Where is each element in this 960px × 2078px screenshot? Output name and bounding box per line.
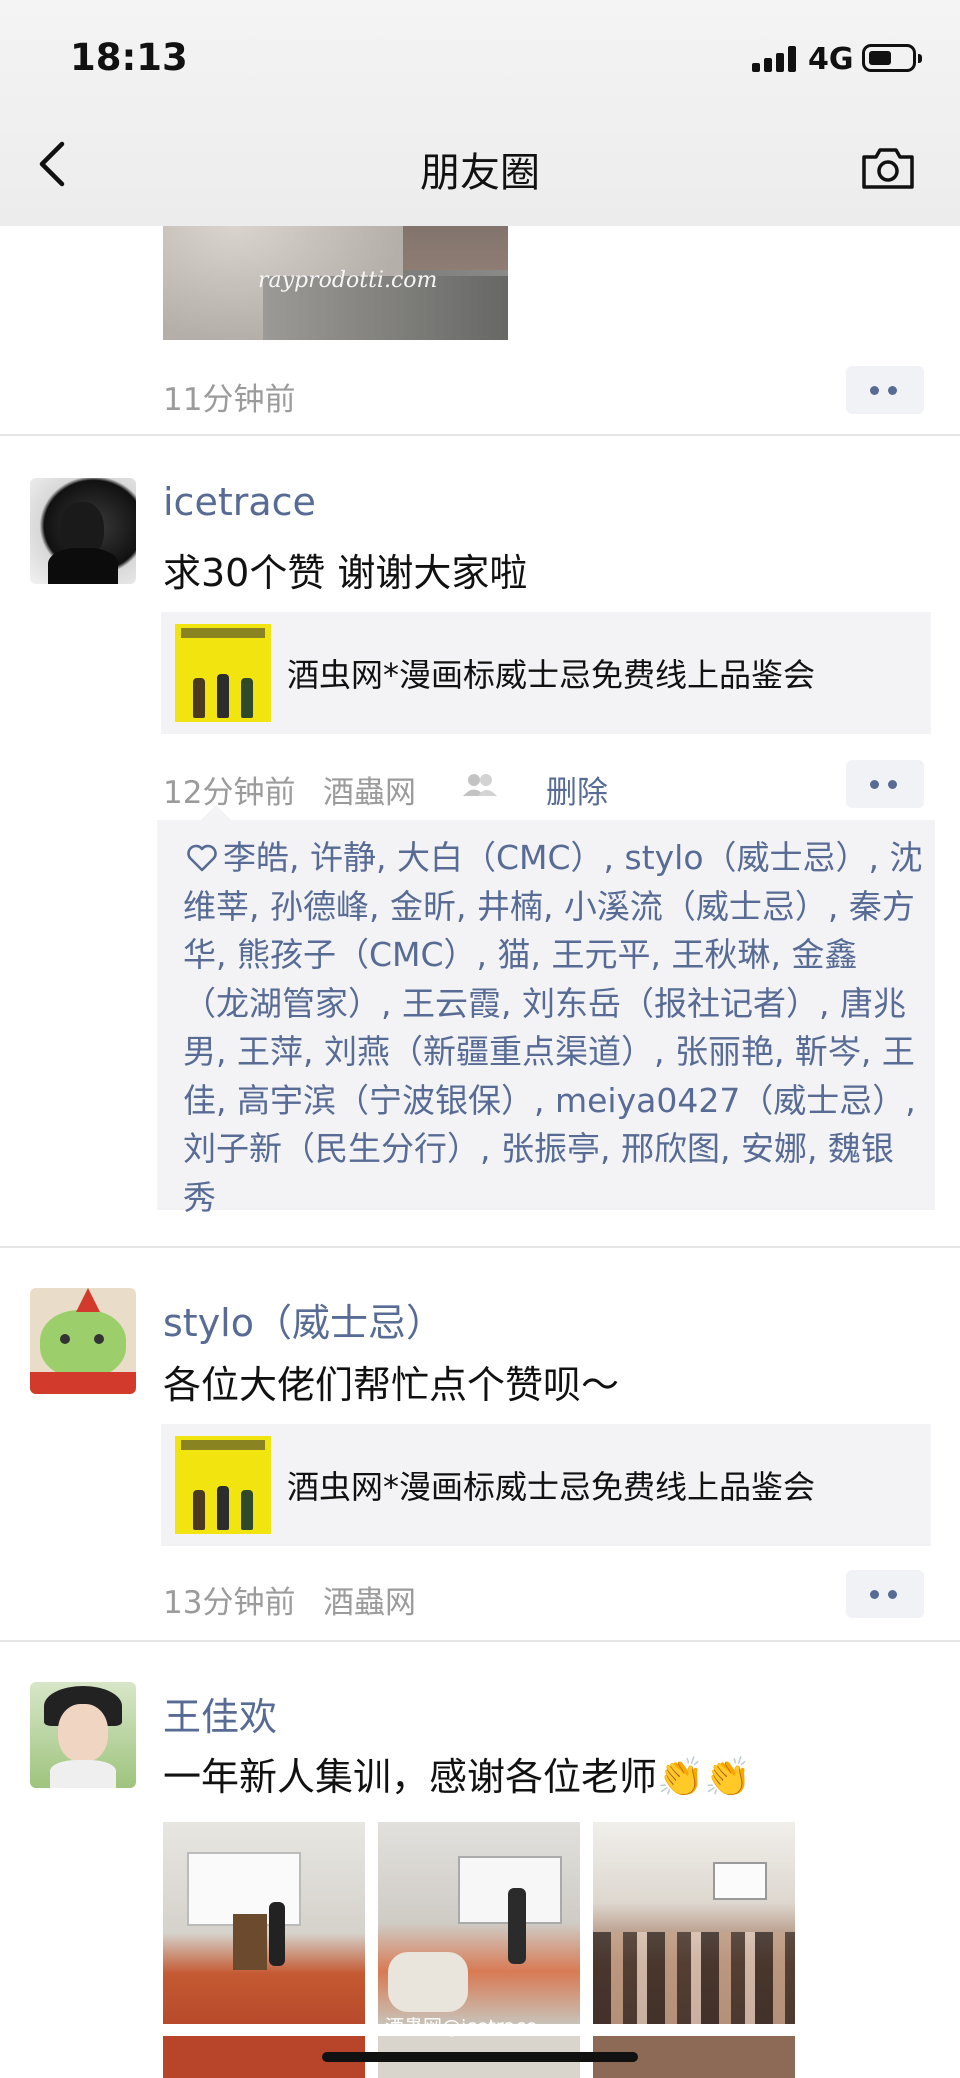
post-photo[interactable] [378, 1822, 580, 2024]
post-photo[interactable] [163, 1822, 365, 2024]
more-actions-button[interactable] [846, 760, 924, 808]
avatar[interactable] [30, 1682, 136, 1788]
post-divider [0, 1640, 960, 1642]
camera-icon[interactable] [860, 145, 916, 191]
shared-link-card[interactable]: 酒虫网*漫画标威士忌免费线上品鉴会 [161, 1424, 931, 1546]
author-name[interactable]: stylo（威士忌） [163, 1292, 444, 1347]
visibility-icon [463, 774, 497, 796]
network-type: 4G [808, 42, 854, 77]
likes-pointer [200, 805, 232, 821]
signal-strength-icon [752, 46, 798, 72]
post-divider [0, 1246, 960, 1248]
post-time: 11分钟前 [163, 382, 296, 418]
image-caption: rayprodotti.com [258, 268, 438, 293]
post-source[interactable]: 酒蟲网 [323, 767, 416, 812]
status-time: 18:13 [70, 36, 188, 79]
more-actions-button[interactable] [846, 366, 924, 414]
link-title: 酒虫网*漫画标威士忌免费线上品鉴会 [287, 1468, 816, 1506]
avatar[interactable] [30, 1288, 136, 1394]
link-thumbnail [175, 1436, 271, 1534]
post-source[interactable]: 酒蟲网 [323, 1577, 416, 1622]
author-name[interactable]: 王佳欢 [163, 1686, 277, 1741]
shared-link-card[interactable]: 酒虫网*漫画标威士忌免费线上品鉴会 [161, 612, 931, 734]
avatar[interactable] [30, 478, 136, 584]
delete-button[interactable]: 删除 [546, 767, 608, 812]
link-title: 酒虫网*漫画标威士忌免费线上品鉴会 [287, 656, 816, 694]
link-thumbnail [175, 624, 271, 722]
top-navigation-bar: 18:13 4G 朋友圈 [0, 0, 960, 226]
post-text: 一年新人集训，感谢各位老师👏👏 [163, 1755, 752, 1799]
post-photo[interactable] [593, 1822, 795, 2024]
post-text: 各位大佬们帮忙点个赞呗～ [163, 1363, 620, 1407]
home-indicator[interactable] [322, 2052, 638, 2062]
more-actions-button[interactable] [846, 1570, 924, 1618]
watermark: 酒蟲网@icetrace [385, 2016, 538, 2038]
post-divider [0, 434, 960, 436]
page-title: 朋友圈 [420, 150, 540, 196]
likes-list[interactable]: 李皓, 许静, 大白（CMC）, stylo（威士忌）, 沈维莘, 孙德峰, 金… [183, 834, 923, 1222]
likes-panel: 李皓, 许静, 大白（CMC）, stylo（威士忌）, 沈维莘, 孙德峰, 金… [157, 820, 935, 1217]
post-text: 求30个赞 谢谢大家啦 [163, 551, 528, 595]
battery-icon [862, 44, 922, 72]
post-time: 13分钟前 [163, 1585, 296, 1621]
author-name[interactable]: icetrace [163, 480, 316, 524]
